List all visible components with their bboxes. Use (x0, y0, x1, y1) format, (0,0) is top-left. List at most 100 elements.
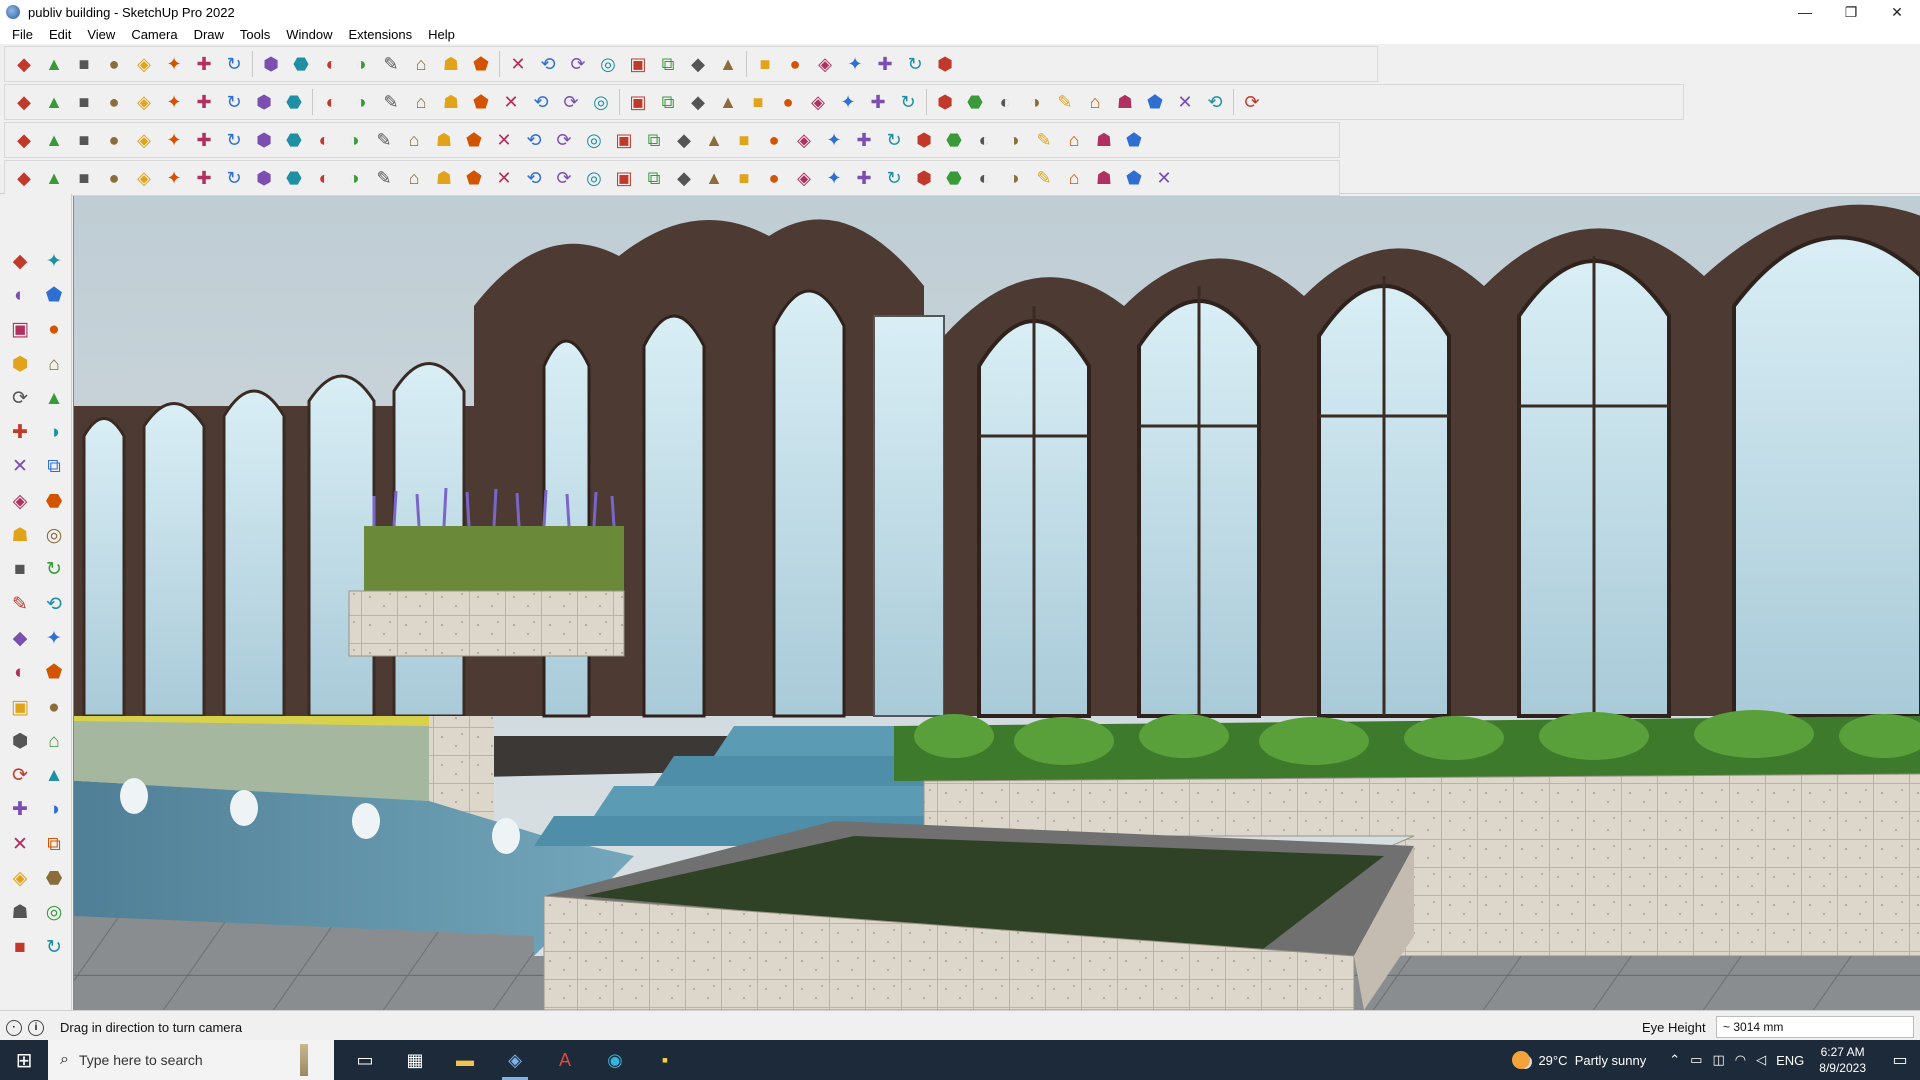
smoove-icon[interactable]: ⬟ (466, 87, 496, 117)
truck-icon[interactable]: ■ (69, 163, 99, 193)
zoom-window-icon[interactable]: ⟲ (533, 49, 563, 79)
drop-2-icon[interactable]: ⟲ (519, 125, 549, 155)
calculator-icon[interactable]: ▦ (390, 1040, 440, 1080)
box-icon[interactable]: ◐ (309, 125, 339, 155)
shape-h-icon[interactable]: ◈ (789, 125, 819, 155)
section-display-icon[interactable]: ⌂ (406, 87, 436, 117)
stair-2-icon[interactable]: ◑ (339, 163, 369, 193)
orbit-icon[interactable]: ☗ (436, 49, 466, 79)
pillar-icon[interactable]: ✚ (849, 163, 879, 193)
offset-icon[interactable]: ⟲ (37, 587, 71, 621)
network-icon[interactable]: ▭ (1690, 1052, 1702, 1068)
scale-icon[interactable]: ✎ (3, 587, 37, 621)
section-2-icon[interactable]: ◎ (37, 896, 71, 930)
pipe-icon[interactable]: ✚ (189, 163, 219, 193)
battery-icon[interactable]: ◫ (1712, 1052, 1724, 1068)
follow-me-icon[interactable]: ↻ (219, 49, 249, 79)
sprocket-icon[interactable]: ◈ (129, 163, 159, 193)
pan-icon[interactable]: ⬟ (466, 49, 496, 79)
close-button[interactable]: ✕ (1874, 0, 1920, 24)
shape-f-icon[interactable]: ⟲ (1200, 87, 1230, 117)
shape-c-icon[interactable]: ☗ (1110, 87, 1140, 117)
menu-camera[interactable]: Camera (123, 27, 185, 42)
warning-icon[interactable]: ⟳ (549, 125, 579, 155)
move-icon[interactable]: ⬢ (256, 49, 286, 79)
section-cut-icon[interactable]: ✎ (376, 87, 406, 117)
edge-icon[interactable]: ◉ (590, 1040, 640, 1080)
bug-2-icon[interactable]: ⌂ (1059, 163, 1089, 193)
solid-subtract-icon[interactable]: ✦ (159, 87, 189, 117)
3d-text-icon[interactable]: ⬟ (37, 656, 71, 690)
columns-2-icon[interactable]: ⟲ (519, 163, 549, 193)
hatch-3-icon[interactable]: ◐ (969, 163, 999, 193)
x-red-icon[interactable]: ⌂ (1059, 125, 1089, 155)
home-icon[interactable]: ⟳ (556, 87, 586, 117)
grid-orange-icon[interactable]: ◑ (999, 125, 1029, 155)
circle-icon[interactable]: ■ (743, 87, 773, 117)
cube-icon[interactable]: ◆ (9, 87, 39, 117)
start-button[interactable]: ⊞ (0, 1040, 48, 1080)
arc-icon[interactable]: ◈ (129, 49, 159, 79)
plane-blue-2-icon[interactable]: ▲ (39, 125, 69, 155)
fe-icon[interactable]: ⧉ (653, 87, 683, 117)
look-around-icon[interactable]: ⧉ (37, 827, 71, 861)
menu-window[interactable]: Window (278, 27, 340, 42)
box-tool-icon[interactable]: ↻ (219, 163, 249, 193)
freehand-icon[interactable]: ⌂ (37, 347, 71, 381)
geo-location-icon[interactable]: · (6, 1019, 22, 1036)
flip-icon[interactable]: ● (780, 49, 810, 79)
tape-measure-icon[interactable]: ◑ (346, 49, 376, 79)
arc-2-icon[interactable]: ⧉ (37, 450, 71, 484)
push-pull-icon[interactable]: ◎ (37, 518, 71, 552)
layers-2-icon[interactable]: ↻ (37, 930, 71, 964)
path-icon[interactable]: ◆ (9, 163, 39, 193)
hatch-icon[interactable]: ⬢ (909, 163, 939, 193)
zoom-extents-icon[interactable]: ✚ (3, 793, 37, 827)
pillar-2-icon[interactable]: ↻ (879, 163, 909, 193)
taskbar-search[interactable]: ⌕ Type here to search (48, 1040, 334, 1080)
outer-shell-icon[interactable]: ⬣ (279, 87, 309, 117)
solid-intersect-icon[interactable]: ✚ (189, 87, 219, 117)
knife-icon[interactable]: ● (99, 163, 129, 193)
layers-icon[interactable]: ◎ (593, 49, 623, 79)
warehouse-icon[interactable]: ▲ (713, 49, 743, 79)
axes-icon[interactable]: ▣ (3, 690, 37, 724)
language-indicator[interactable]: ENG (1776, 1053, 1804, 1068)
plane-white-icon[interactable]: ✦ (159, 125, 189, 155)
measurements-box[interactable]: ~ 3014 mm (1716, 1016, 1914, 1038)
rotate-icon[interactable]: ■ (3, 553, 37, 587)
shape-e-icon[interactable]: ✕ (1170, 87, 1200, 117)
rotated-rect-icon[interactable]: ▲ (37, 381, 71, 415)
hand-icon[interactable]: ⟳ (549, 163, 579, 193)
gem-red-icon[interactable]: ↻ (879, 125, 909, 155)
curve-orange-icon[interactable]: ✚ (189, 125, 219, 155)
user-account-icon[interactable]: ◆ (683, 49, 713, 79)
loop-icon[interactable]: ⬢ (930, 87, 960, 117)
paper-icon[interactable]: ⬣ (279, 125, 309, 155)
gear-multi-icon[interactable]: ⬢ (909, 125, 939, 155)
scale-red-icon[interactable]: ◐ (990, 87, 1020, 117)
texture-icon[interactable]: ◐ (969, 125, 999, 155)
menu-view[interactable]: View (79, 27, 123, 42)
orbit-icon[interactable]: ✦ (37, 244, 71, 278)
menu-extensions[interactable]: Extensions (341, 27, 421, 42)
maximize-button[interactable]: ❐ (1828, 0, 1874, 24)
columns-icon[interactable]: ✕ (489, 163, 519, 193)
tape-icon[interactable]: ● (37, 313, 71, 347)
pencil-line-icon[interactable]: ● (99, 49, 129, 79)
diamond-icon[interactable]: ◑ (1020, 87, 1050, 117)
grid-orange-2-icon[interactable]: ✎ (1029, 125, 1059, 155)
footprint-icon[interactable]: ◈ (3, 861, 37, 895)
split-2-icon[interactable]: ■ (729, 163, 759, 193)
walk-icon[interactable]: ✕ (3, 827, 37, 861)
drop-icon[interactable]: ✕ (489, 125, 519, 155)
sticky-notes-icon[interactable]: ▪ (640, 1040, 690, 1080)
spline-icon[interactable]: ↻ (893, 87, 923, 117)
add-red-icon[interactable]: ⌂ (399, 125, 429, 155)
knot-icon[interactable]: ✎ (369, 125, 399, 155)
bug-icon[interactable]: ✎ (1029, 163, 1059, 193)
solid-split-icon[interactable]: ⬢ (249, 87, 279, 117)
file-explorer-icon[interactable]: ▬ (440, 1040, 490, 1080)
solid-trim-icon[interactable]: ↻ (219, 87, 249, 117)
section-icon[interactable]: ☗ (3, 896, 37, 930)
